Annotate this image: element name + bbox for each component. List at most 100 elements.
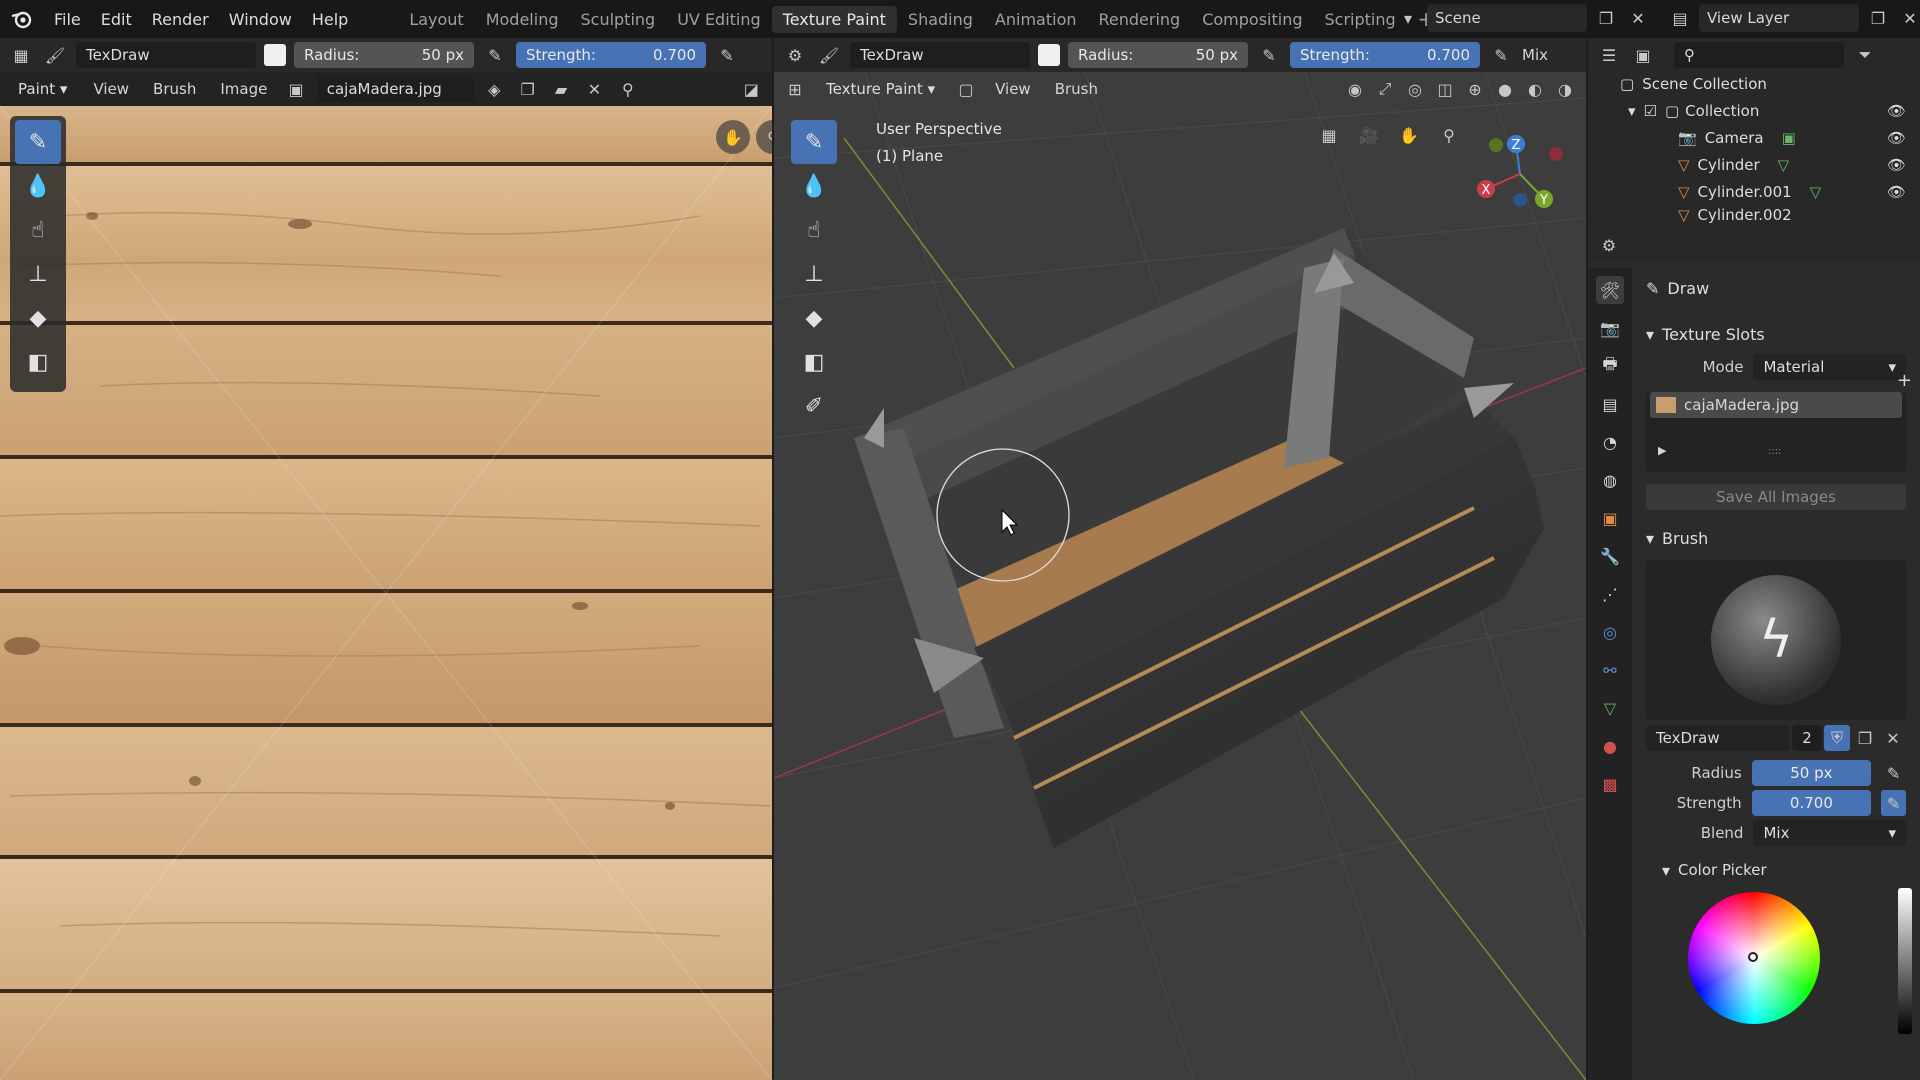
mask-tool-icon[interactable]: ◧	[15, 340, 61, 384]
brush-panel[interactable]: ▾ Brush	[1632, 522, 1920, 554]
vp-mask-tool-icon[interactable]: ◧	[791, 340, 837, 384]
fake-user-shield-icon[interactable]: ⛨	[1824, 725, 1850, 751]
mode-menu[interactable]: Paint ▾	[8, 76, 77, 102]
tab-animation[interactable]: Animation	[984, 6, 1088, 33]
modifier-tab-icon[interactable]: 🔧	[1596, 542, 1624, 570]
menu-image[interactable]: Image	[212, 80, 275, 98]
texture-slots-panel[interactable]: ▾ Texture Slots	[1632, 318, 1920, 350]
vp-smear-tool-icon[interactable]: ☝	[791, 208, 837, 252]
tool-settings-icon[interactable]: ⚙	[782, 42, 808, 68]
viewport-brush-icon[interactable]: 🖌	[816, 42, 842, 68]
brush-color-swatch[interactable]	[264, 44, 286, 66]
viewport-3d[interactable]	[774, 38, 1586, 1080]
eye-icon[interactable]: 👁	[1887, 102, 1906, 120]
solid-shading-icon[interactable]: ●	[1492, 76, 1518, 102]
tab-modeling[interactable]: Modeling	[475, 6, 570, 33]
world-tab-icon[interactable]: ◍	[1596, 466, 1624, 494]
viewport-strength-pressure-icon[interactable]: ✎	[1488, 42, 1514, 68]
object-tab-icon[interactable]: ▣	[1596, 504, 1624, 532]
visibility-icon[interactable]: ◉	[1342, 76, 1368, 102]
tab-compositing[interactable]: Compositing	[1191, 6, 1313, 33]
outliner-item[interactable]: ▽ Cylinder ▽ 👁	[1588, 151, 1920, 178]
xray-icon[interactable]: ◫	[1432, 76, 1458, 102]
filter-icon[interactable]: ⏷	[1852, 42, 1878, 68]
color-picker-panel[interactable]: ▾ Color Picker	[1632, 854, 1920, 886]
menu-edit[interactable]: Edit	[91, 10, 142, 29]
wood-texture-canvas[interactable]: ✋ ⚲	[0, 106, 772, 1080]
props-strength-slider[interactable]: 0.700	[1751, 790, 1872, 816]
vp-clone-tool-icon[interactable]: ⊥	[791, 252, 837, 296]
view-layer-icon[interactable]: ▤	[1667, 5, 1693, 31]
remove-view-layer-icon[interactable]: ✕	[1897, 5, 1920, 31]
view-layer-field[interactable]: View Layer	[1699, 4, 1859, 32]
view-layer-tab-icon[interactable]: ▤	[1596, 390, 1624, 418]
collapse-icon[interactable]: ▾	[1646, 325, 1654, 344]
menu-brush[interactable]: Brush	[145, 80, 204, 98]
new-view-layer-icon[interactable]: ❐	[1865, 5, 1891, 31]
menu-window[interactable]: Window	[219, 10, 302, 29]
open-image-icon[interactable]: ▰	[548, 76, 573, 102]
value-slider[interactable]	[1898, 888, 1912, 1034]
display-mode-icon[interactable]: ▣	[1630, 42, 1656, 68]
physics-tab-icon[interactable]: ◎	[1596, 618, 1624, 646]
soften-tool-icon[interactable]: 💧	[15, 164, 61, 208]
pin-icon[interactable]: ⚲	[615, 76, 640, 102]
tab-uv-editing[interactable]: UV Editing	[666, 6, 771, 33]
brush-selector[interactable]: TexDraw	[76, 42, 256, 68]
render-tab-icon[interactable]: 📷	[1596, 314, 1624, 342]
remove-scene-icon[interactable]: ✕	[1625, 5, 1651, 31]
brush-users-count[interactable]: 2	[1792, 725, 1822, 751]
viewport-brush-selector[interactable]: TexDraw	[850, 42, 1030, 68]
output-tab-icon[interactable]: 🖶	[1596, 352, 1624, 380]
tab-shading[interactable]: Shading	[897, 6, 984, 33]
draw-tool-icon[interactable]: ✎	[15, 120, 61, 164]
paint-brush-icon[interactable]: 🖌	[42, 42, 68, 68]
zoom-icon[interactable]: ⚲	[756, 120, 772, 154]
smear-tool-icon[interactable]: ☝	[15, 208, 61, 252]
add-slot-icon[interactable]: +	[1897, 370, 1912, 391]
viewport-strength-slider[interactable]: Strength: 0.700	[1290, 42, 1480, 68]
tool-tab-icon[interactable]: 🛠	[1596, 276, 1624, 304]
blender-logo-icon[interactable]	[0, 0, 44, 38]
scene-field[interactable]: Scene	[1427, 4, 1587, 32]
vp-annotate-tool-icon[interactable]: ✐	[791, 384, 837, 428]
tab-scripting[interactable]: Scripting	[1314, 6, 1407, 33]
collapse-icon[interactable]: ▾	[1646, 529, 1654, 548]
display-channels-icon[interactable]: ◪	[739, 76, 764, 102]
list-resize-handle[interactable]: ::::	[1768, 446, 1781, 457]
menu-render[interactable]: Render	[142, 10, 219, 29]
rendered-shading-icon[interactable]: ◑	[1552, 76, 1578, 102]
mode-dropdown[interactable]: Material ▾	[1753, 354, 1906, 380]
gizmo-icon[interactable]: ⤢	[1372, 76, 1398, 102]
texture-tab-icon[interactable]: ▩	[1596, 770, 1624, 798]
menu-view[interactable]: View	[85, 80, 137, 98]
material-shading-icon[interactable]: ◐	[1522, 76, 1548, 102]
data-tab-icon[interactable]: ▽	[1596, 694, 1624, 722]
material-tab-icon[interactable]: ●	[1596, 732, 1624, 760]
vp-soften-tool-icon[interactable]: 💧	[791, 164, 837, 208]
eye-icon[interactable]: 👁	[1887, 183, 1906, 201]
duplicate-brush-icon[interactable]: ❐	[1852, 725, 1878, 751]
viewport-menu-view[interactable]: View	[987, 80, 1039, 98]
outliner-editor-icon[interactable]: ☰	[1596, 42, 1622, 68]
unlink-image-icon[interactable]: ✕	[582, 76, 607, 102]
viewport-blend-short[interactable]: Mix	[1522, 46, 1548, 64]
constraints-tab-icon[interactable]: ⚯	[1596, 656, 1624, 684]
expand-icon[interactable]: ▾	[1628, 102, 1636, 120]
menu-help[interactable]: Help	[302, 10, 358, 29]
save-all-images-button[interactable]: Save All Images	[1646, 484, 1906, 510]
viewport-pan-icon[interactable]: ✋	[1392, 118, 1426, 152]
camera-view-icon[interactable]: 🎥	[1352, 118, 1386, 152]
vp-fill-tool-icon[interactable]: ◆	[791, 296, 837, 340]
wireframe-shading-icon[interactable]: ⊕	[1462, 76, 1488, 102]
pan-hand-icon[interactable]: ✋	[716, 120, 750, 154]
scene-tab-icon[interactable]: ◔	[1596, 428, 1624, 456]
checkbox-icon[interactable]: ☑	[1644, 102, 1657, 120]
fake-user-icon[interactable]: ◈	[482, 76, 507, 102]
image-name-field[interactable]: cajaMadera.jpg	[316, 76, 474, 102]
fill-tool-icon[interactable]: ◆	[15, 296, 61, 340]
viewport-zoom-icon[interactable]: ⚲	[1432, 118, 1466, 152]
props-radius-slider[interactable]: 50 px	[1751, 760, 1872, 786]
outliner-item[interactable]: 📷 Camera ▣ 👁	[1588, 124, 1920, 151]
new-scene-icon[interactable]: ❐	[1593, 5, 1619, 31]
